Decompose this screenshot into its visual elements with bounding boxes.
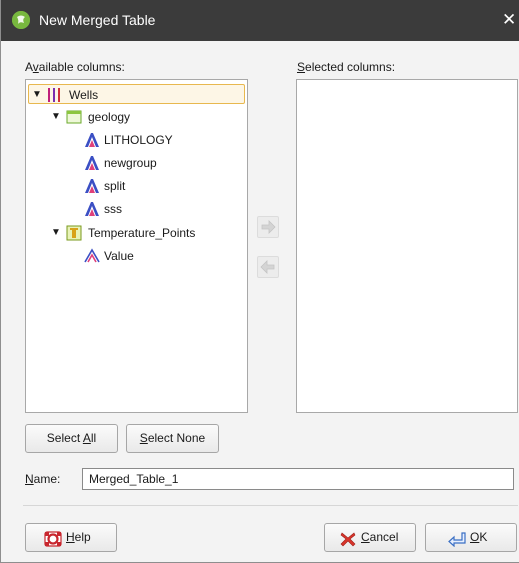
help-icon — [44, 530, 62, 547]
cancel-label-post: ancel — [369, 530, 399, 544]
available-columns-tree[interactable]: ▼ Wells ▼ geology LITHOLOGY newgroup spl… — [25, 79, 248, 413]
arrow-left-icon — [260, 260, 275, 274]
category-column-icon — [84, 132, 100, 148]
app-icon — [12, 11, 30, 29]
ok-label-accel: O — [470, 530, 480, 544]
tree-label-geology: geology — [88, 110, 131, 124]
add-column-button[interactable] — [257, 216, 279, 238]
tree-node-sss[interactable]: sss — [82, 199, 242, 219]
selected-label-rest: elected columns: — [305, 60, 396, 74]
tree-node-split[interactable]: split — [82, 176, 242, 196]
name-label: Name: — [25, 472, 60, 486]
expand-arrow-icon[interactable]: ▼ — [32, 89, 42, 101]
close-icon[interactable]: ✕ — [502, 8, 519, 32]
tree-label-temperature-points: Temperature_Points — [88, 226, 196, 240]
window-title: New Merged Table — [39, 12, 156, 28]
select-all-label-accel: A — [82, 431, 91, 445]
ok-label-post: K — [479, 530, 488, 544]
tree-label-wells: Wells — [69, 88, 99, 102]
category-column-icon — [84, 155, 100, 171]
points-table-icon — [66, 225, 82, 241]
remove-column-button[interactable] — [257, 256, 279, 278]
available-columns-label: Available columns: — [25, 60, 125, 74]
category-column-icon — [84, 201, 100, 217]
tree-node-lithology[interactable]: LITHOLOGY — [82, 130, 242, 150]
enter-icon — [448, 530, 466, 548]
tree-label-column: LITHOLOGY — [104, 133, 173, 147]
help-label-accel: H — [66, 530, 75, 544]
wells-icon — [46, 87, 62, 103]
title-bar: New Merged Table ✕ — [1, 0, 519, 41]
selected-columns-label: Selected columns: — [297, 60, 395, 74]
name-input[interactable] — [82, 468, 514, 490]
select-none-button[interactable]: Select None — [126, 424, 219, 453]
tree-label-column: Value — [104, 249, 134, 263]
ok-button[interactable]: OK — [425, 523, 517, 552]
select-none-label-post: elect None — [147, 431, 206, 445]
name-label-accel: N — [25, 472, 34, 486]
expand-arrow-icon[interactable]: ▼ — [51, 227, 61, 239]
category-column-icon — [84, 178, 100, 194]
available-label-prefix: A — [25, 60, 33, 74]
select-all-button[interactable]: Select All — [25, 424, 118, 453]
select-all-label-pre: Select — [46, 431, 83, 445]
expand-arrow-icon[interactable]: ▼ — [51, 111, 61, 123]
select-all-label-post: ll — [90, 431, 97, 445]
tree-node-temperature-points[interactable]: ▼ Temperature_Points — [48, 223, 244, 243]
tree-node-newgroup[interactable]: newgroup — [82, 153, 242, 173]
available-label-rest: ailable columns: — [38, 60, 125, 74]
help-button[interactable]: Help — [25, 523, 117, 552]
tree-label-column: split — [104, 179, 126, 193]
help-label-post: elp — [74, 530, 91, 544]
tree-label-column: newgroup — [104, 156, 157, 170]
tree-node-geology[interactable]: ▼ geology — [48, 107, 244, 127]
arrow-right-icon — [261, 220, 276, 234]
numeric-column-icon — [84, 248, 100, 264]
tree-label-column: sss — [104, 202, 122, 216]
separator — [23, 505, 518, 506]
cancel-label-accel: C — [361, 530, 370, 544]
tree-node-wells[interactable]: ▼ Wells — [28, 84, 245, 104]
tree-node-value[interactable]: Value — [82, 246, 242, 266]
selected-columns-list[interactable] — [296, 79, 518, 413]
name-label-rest: ame: — [33, 472, 61, 486]
table-icon — [66, 109, 82, 125]
cancel-button[interactable]: Cancel — [324, 523, 416, 552]
new-merged-table-dialog: New Merged Table ✕ Available columns: Se… — [0, 0, 519, 563]
cancel-icon — [339, 530, 357, 547]
selected-label-accel: S — [297, 60, 306, 74]
select-none-label-accel: S — [139, 431, 148, 445]
